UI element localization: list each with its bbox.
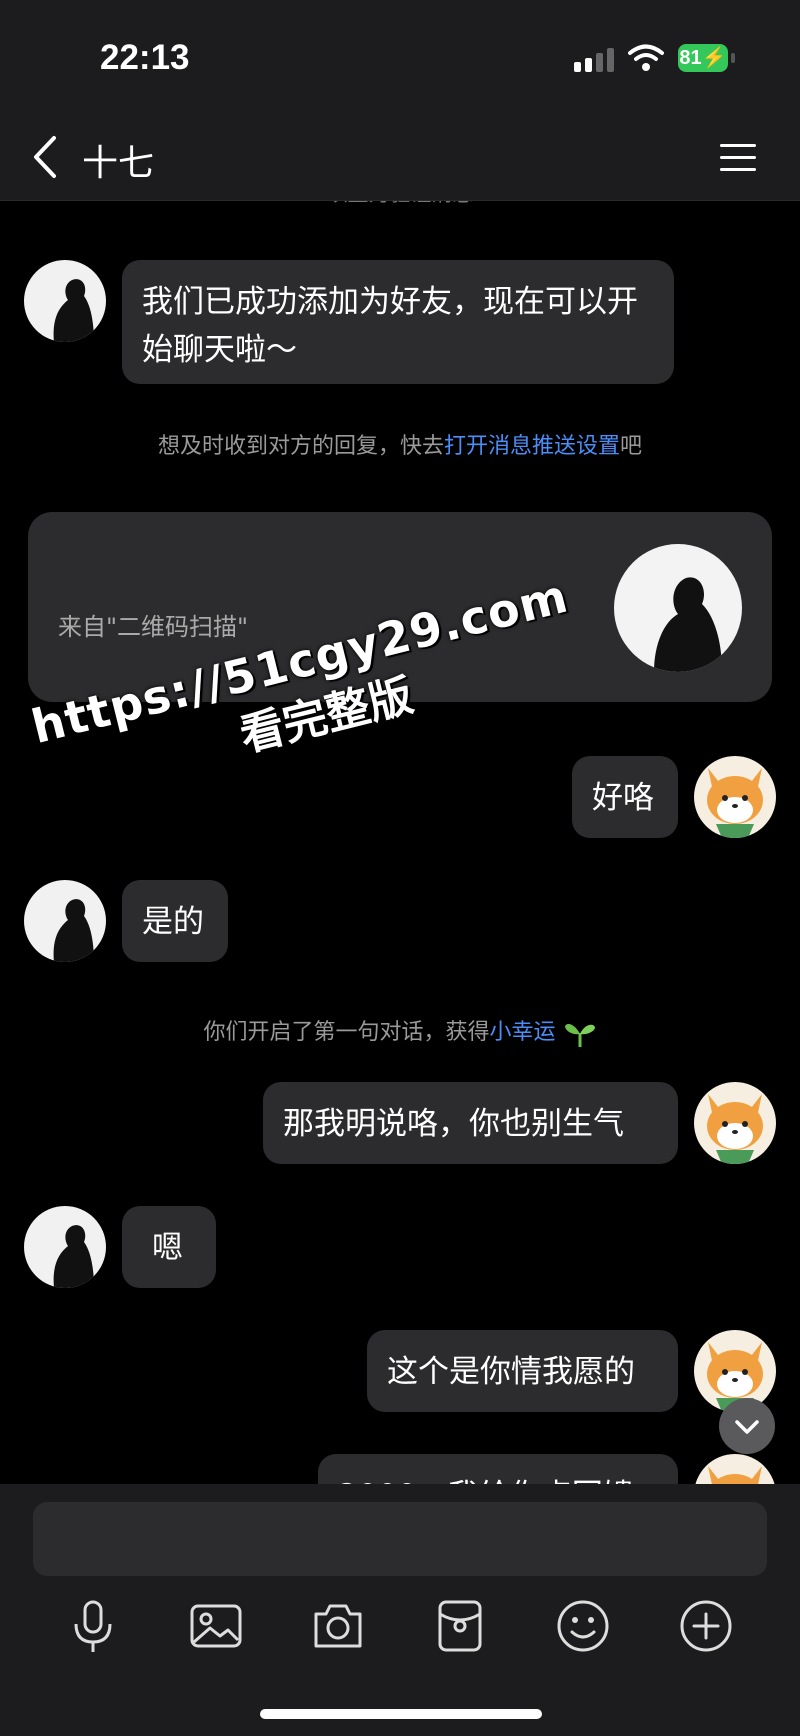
shiba-dog-image: [707, 1094, 763, 1164]
contact-avatar[interactable]: [24, 1206, 106, 1288]
message-bubble-sent[interactable]: 那我明说咯，你也别生气: [263, 1082, 678, 1164]
chat-title: 十七: [82, 143, 155, 184]
menu-icon[interactable]: [718, 138, 758, 178]
system-message-luck: 你们开启了第一句对话，获得小幸运: [0, 1014, 800, 1047]
silhouette-image: [654, 577, 722, 672]
silhouette-image: [53, 899, 94, 962]
input-area: [0, 1484, 800, 1736]
my-avatar[interactable]: [694, 756, 776, 838]
battery-level: 81: [679, 47, 702, 69]
scroll-down-icon: [735, 1420, 759, 1434]
system-luck-prefix: 你们开启了第一句对话，获得: [203, 1020, 490, 1045]
signal-icon: [574, 48, 614, 72]
lucky-link[interactable]: 小幸运: [490, 1020, 556, 1045]
message-input[interactable]: [33, 1502, 767, 1576]
image-icon[interactable]: [186, 1596, 246, 1656]
system-push-prefix: 想及时收到对方的回复，快去: [157, 434, 444, 459]
card-source-text: 来自"二维码扫描": [58, 613, 249, 641]
silhouette-image: [53, 1225, 94, 1288]
battery-indicator: 81⚡: [678, 44, 728, 72]
sprout-icon: [564, 1023, 595, 1047]
emoji-icon[interactable]: [553, 1596, 613, 1656]
push-settings-link[interactable]: 打开消息推送设置: [444, 434, 620, 459]
plus-icon[interactable]: [676, 1596, 736, 1656]
message-bubble-sent[interactable]: 这个是你情我愿的: [367, 1330, 678, 1412]
status-time: 22:13: [100, 38, 190, 77]
shiba-dog-image: [708, 1466, 762, 1484]
message-bubble-sent[interactable]: 2000，我给你点回馈: [318, 1454, 678, 1484]
battery-tip: [731, 53, 735, 63]
silhouette-image: [53, 279, 94, 342]
status-bar: 22:13 81⚡: [0, 0, 800, 118]
home-indicator: [260, 1709, 542, 1719]
contact-avatar[interactable]: [24, 880, 106, 962]
chat-area[interactable]: 以上为验证消息 我们已成功添加为好友，现在可以开始聊天啦～ 想及时收到对方的回复…: [0, 200, 800, 1484]
message-bubble-received[interactable]: 是的: [122, 880, 228, 962]
nav-bar: 十七: [0, 118, 800, 201]
message-bubble-received[interactable]: 嗯: [122, 1206, 216, 1288]
message-bubble-received[interactable]: 我们已成功添加为好友，现在可以开始聊天啦～: [122, 260, 674, 384]
my-avatar[interactable]: [694, 1082, 776, 1164]
wifi-icon: [628, 44, 664, 71]
contact-avatar[interactable]: [24, 260, 106, 342]
back-icon[interactable]: [26, 132, 66, 182]
scroll-down-button[interactable]: [719, 1398, 775, 1454]
system-message-push: 想及时收到对方的回复，快去打开消息推送设置吧: [0, 428, 800, 460]
system-message-verify: 以上为验证消息: [0, 200, 800, 208]
card-avatar: [614, 544, 742, 672]
camera-icon[interactable]: [308, 1596, 368, 1656]
microphone-icon[interactable]: [63, 1596, 123, 1656]
shiba-dog-image: [707, 768, 763, 838]
system-push-suffix: 吧: [620, 434, 643, 459]
message-bubble-sent[interactable]: 好咯: [572, 756, 678, 838]
my-avatar[interactable]: [694, 1454, 776, 1484]
red-packet-icon[interactable]: [430, 1596, 490, 1656]
